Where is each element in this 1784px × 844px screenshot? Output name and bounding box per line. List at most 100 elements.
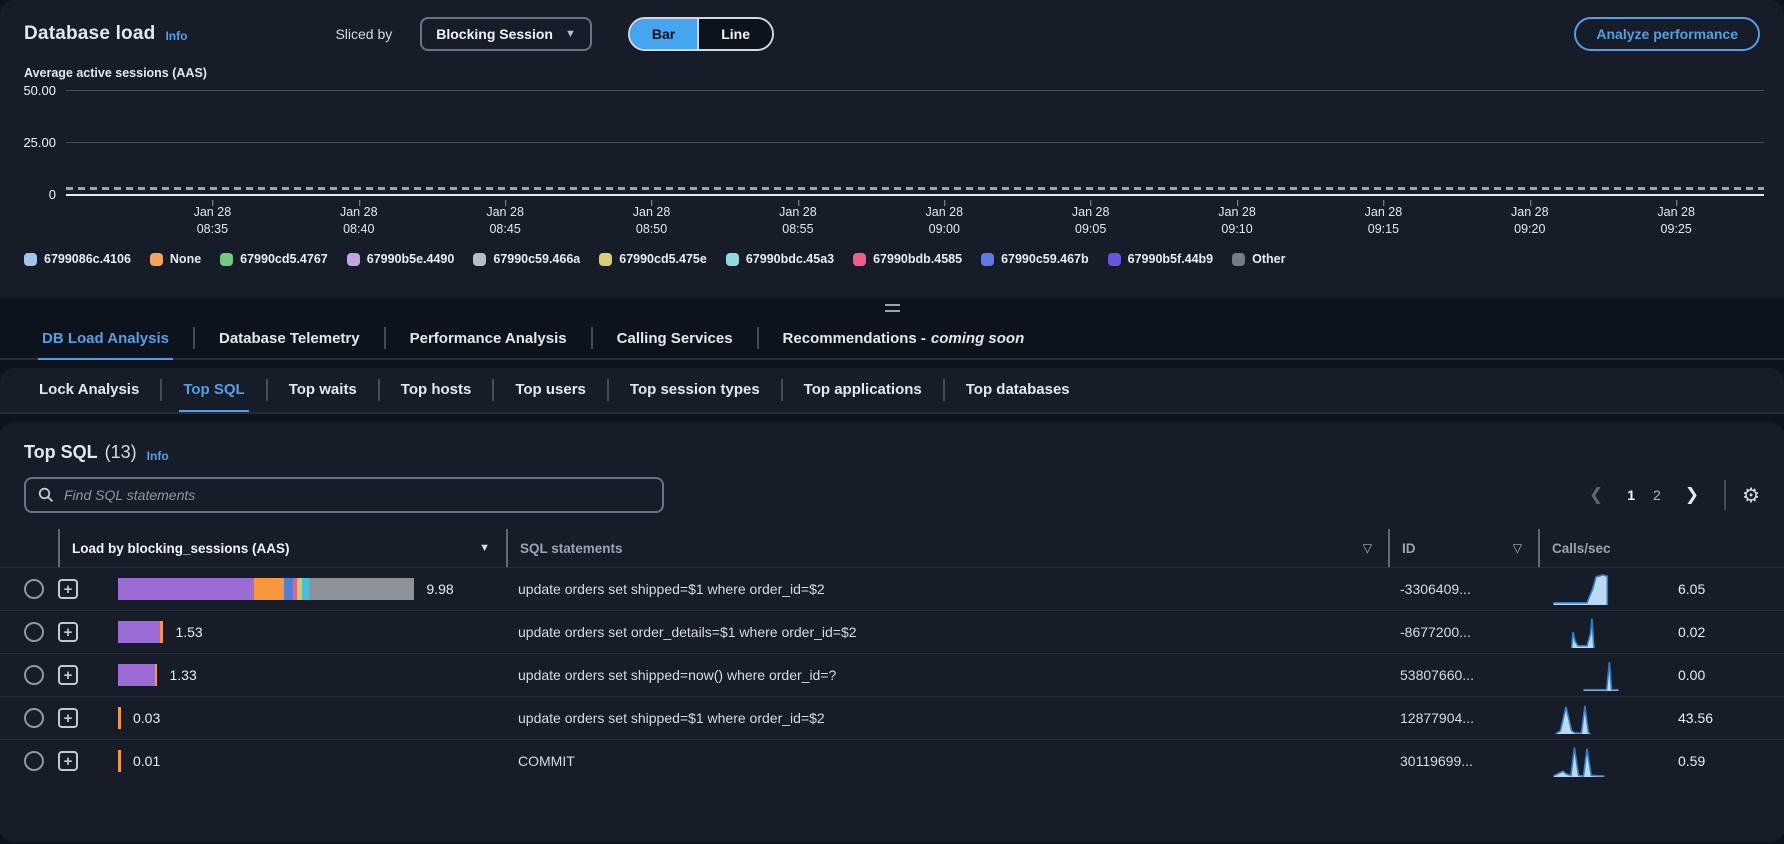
legend-item[interactable]: 67990bdc.45a3 xyxy=(726,252,834,266)
x-tick-mark xyxy=(1091,200,1092,206)
chart-type-option-bar[interactable]: Bar xyxy=(630,19,697,49)
legend-swatch xyxy=(1232,253,1245,266)
slice-dimension-value: Blocking Session xyxy=(436,26,553,42)
subtab-top-waits[interactable]: Top waits xyxy=(285,368,361,412)
calls-sparkline xyxy=(1552,743,1622,779)
legend-item[interactable]: Other xyxy=(1232,252,1285,266)
database-load-panel: Database load Info Sliced by Blocking Se… xyxy=(0,0,1784,298)
x-tick-mark xyxy=(1237,200,1238,206)
x-axis-line xyxy=(66,194,1764,196)
load-value: 1.33 xyxy=(170,667,197,683)
sql-statement-link[interactable]: update orders set shipped=$1 where order… xyxy=(518,710,825,726)
table-header-row: Load by blocking_sessions (AAS) ▼ SQL st… xyxy=(0,529,1784,567)
expand-cell: + xyxy=(58,751,106,771)
subtab-top-databases[interactable]: Top databases xyxy=(962,368,1074,412)
y-tick-label: 25.00 xyxy=(10,135,56,150)
row-radio-button[interactable] xyxy=(24,665,44,685)
load-cell: 1.33 xyxy=(106,664,506,686)
legend-item[interactable]: 6799086c.4106 xyxy=(24,252,131,266)
load-value: 9.98 xyxy=(426,581,453,597)
max-vcpus-dashed-line xyxy=(66,187,1764,190)
legend-swatch xyxy=(599,253,612,266)
chart-legend: 6799086c.4106 None 67990cd5.4767 67990b5e.4… xyxy=(24,252,1784,266)
resize-handle-icon[interactable] xyxy=(885,304,900,312)
divider xyxy=(607,379,609,401)
sort-desc-icon[interactable]: ▼ xyxy=(479,542,494,554)
sql-statement-link[interactable]: update orders set shipped=now() where or… xyxy=(518,667,836,683)
load-bar-segment xyxy=(254,578,284,600)
subtab-lock-analysis[interactable]: Lock Analysis xyxy=(35,368,143,412)
legend-swatch xyxy=(853,253,866,266)
tab-calling-services[interactable]: Calling Services xyxy=(613,318,737,360)
load-bar xyxy=(118,750,121,772)
row-radio-button[interactable] xyxy=(24,751,44,771)
legend-item[interactable]: 67990b5f.44b9 xyxy=(1108,252,1213,266)
pagination: ❮ 12 ❯ ⚙ xyxy=(1580,480,1760,510)
tab-database-telemetry[interactable]: Database Telemetry xyxy=(215,318,364,360)
expand-row-icon[interactable]: + xyxy=(58,708,78,728)
table-body: +9.98 update orders set shipped=$1 where … xyxy=(0,567,1784,782)
chart-type-option-line[interactable]: Line xyxy=(697,19,772,49)
expand-row-icon[interactable]: + xyxy=(58,579,78,599)
expand-cell: + xyxy=(58,665,106,685)
column-header-id: ID ▽ xyxy=(1388,529,1538,567)
legend-item[interactable]: 67990bdb.4585 xyxy=(853,252,962,266)
tab-recommendations[interactable]: Recommendations -coming soon xyxy=(779,318,1029,360)
legend-swatch xyxy=(1108,253,1121,266)
search-input[interactable] xyxy=(64,487,650,503)
subtab-top-applications[interactable]: Top applications xyxy=(800,368,926,412)
row-radio-button[interactable] xyxy=(24,708,44,728)
load-cell: 0.01 xyxy=(106,750,506,772)
table-row: +1.53 update orders set order_details=$1 … xyxy=(0,610,1784,653)
legend-item[interactable]: 67990cd5.4767 xyxy=(220,252,328,266)
row-radio-button[interactable] xyxy=(24,579,44,599)
radio-cell xyxy=(0,665,58,686)
sql-statement-link[interactable]: COMMIT xyxy=(518,753,575,769)
database-load-info-link[interactable]: Info xyxy=(165,29,187,43)
page-2[interactable]: 2 xyxy=(1644,484,1670,506)
sliced-by-label: Sliced by xyxy=(335,26,392,42)
sql-statement-link[interactable]: update orders set shipped=$1 where order… xyxy=(518,581,825,597)
sql-search-box xyxy=(24,477,664,513)
panel-split-strip xyxy=(0,298,1784,318)
subtab-top-hosts[interactable]: Top hosts xyxy=(397,368,476,412)
calls-cell: 0.02 xyxy=(1538,614,1784,650)
radio-cell xyxy=(0,708,58,729)
subtab-top-users[interactable]: Top users xyxy=(511,368,590,412)
analyze-performance-button[interactable]: Analyze performance xyxy=(1574,17,1760,51)
next-page-button[interactable]: ❯ xyxy=(1676,483,1708,507)
gear-icon[interactable]: ⚙ xyxy=(1742,485,1760,505)
legend-item[interactable]: 67990cd5.475e xyxy=(599,252,707,266)
filter-icon[interactable]: ▽ xyxy=(1513,541,1526,555)
x-tick-label: Jan 2809:20 xyxy=(1511,204,1549,238)
calls-cell: 43.56 xyxy=(1538,700,1784,736)
tab-db-load-analysis[interactable]: DB Load Analysis xyxy=(38,318,173,360)
legend-swatch xyxy=(981,253,994,266)
load-bar-segment xyxy=(118,707,121,729)
top-sql-info-link[interactable]: Info xyxy=(147,449,169,463)
load-cell: 1.53 xyxy=(106,621,506,643)
page-1[interactable]: 1 xyxy=(1618,484,1644,506)
subtab-top-sql[interactable]: Top SQL xyxy=(179,368,248,412)
row-radio-button[interactable] xyxy=(24,622,44,642)
legend-item[interactable]: 67990c59.466a xyxy=(473,252,580,266)
legend-label: 67990b5e.4490 xyxy=(367,252,455,266)
tab-performance-analysis[interactable]: Performance Analysis xyxy=(406,318,571,360)
legend-item[interactable]: None xyxy=(150,252,201,266)
previous-page-button[interactable]: ❮ xyxy=(1580,483,1612,507)
sql-statement-link[interactable]: update orders set order_details=$1 where… xyxy=(518,624,857,640)
x-axis-ticks: Jan 2808:35Jan 2808:40Jan 2808:45Jan 280… xyxy=(66,198,1764,236)
slice-dimension-dropdown[interactable]: Blocking Session ▼ xyxy=(420,17,592,51)
expand-row-icon[interactable]: + xyxy=(58,665,78,685)
expand-row-icon[interactable]: + xyxy=(58,622,78,642)
legend-item[interactable]: 67990b5e.4490 xyxy=(347,252,455,266)
load-bar-segment xyxy=(118,621,160,643)
divider xyxy=(193,327,195,349)
gridline xyxy=(66,142,1764,143)
sql-cell: update orders set shipped=$1 where order… xyxy=(506,581,1388,597)
filter-icon[interactable]: ▽ xyxy=(1363,541,1376,555)
subtab-top-session-types[interactable]: Top session types xyxy=(626,368,764,412)
expand-row-icon[interactable]: + xyxy=(58,751,78,771)
chevron-down-icon: ▼ xyxy=(565,28,576,40)
legend-item[interactable]: 67990c59.467b xyxy=(981,252,1089,266)
